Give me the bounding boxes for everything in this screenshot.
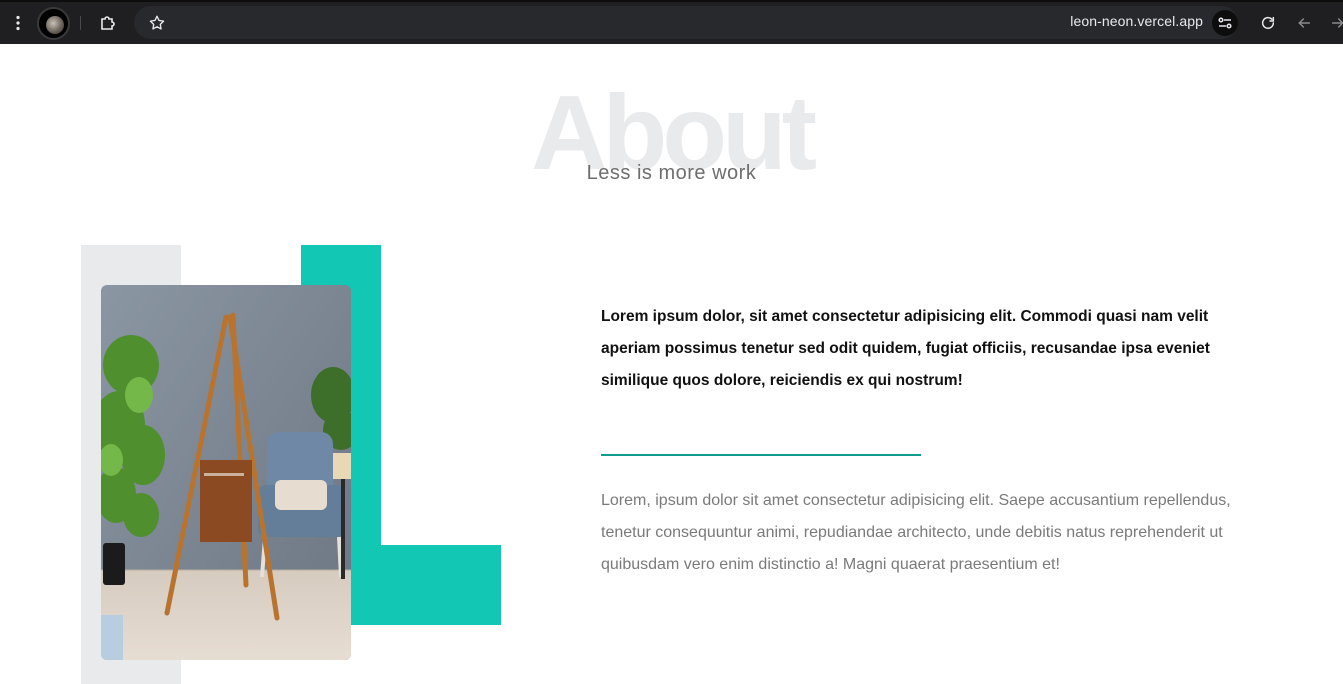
- puzzle-icon[interactable]: [95, 10, 121, 36]
- lead-paragraph: Lorem ipsum dolor, sit amet consectetur …: [601, 308, 1210, 389]
- url-text[interactable]: leon-neon.vercel.app: [1070, 13, 1203, 29]
- teal-divider: [601, 454, 921, 456]
- body-paragraph: Lorem, ipsum dolor sit amet consectetur …: [601, 492, 1231, 573]
- arrow-right-icon[interactable]: [1325, 10, 1343, 36]
- tune-icon[interactable]: [1212, 10, 1238, 36]
- reload-icon[interactable]: [1255, 10, 1281, 36]
- toolbar-divider: [80, 16, 81, 30]
- furniture-photo: [101, 285, 351, 660]
- star-icon[interactable]: [144, 10, 170, 36]
- about-subtitle: Less is more work: [586, 162, 757, 184]
- browser-toolbar: leon-neon.vercel.app: [0, 0, 1343, 44]
- vertical-dots-icon[interactable]: [5, 10, 31, 36]
- avatar[interactable]: [37, 7, 70, 40]
- arrow-left-icon[interactable]: [1291, 10, 1317, 36]
